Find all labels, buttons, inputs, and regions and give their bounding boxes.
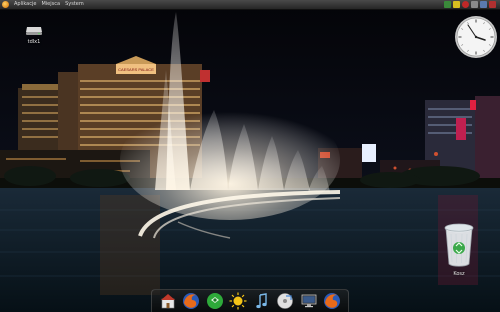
dock-disk-utility[interactable] [276,292,294,310]
volume-icon[interactable] [471,1,478,8]
caesars-sign: CAESARS PALACE [118,67,154,72]
menu-applications[interactable]: Aplikacje [14,0,36,9]
desktop-wallpaper: CAESARS PALACE [0,0,500,312]
disk-utility-icon [277,293,294,309]
menu-system[interactable]: System [65,0,84,9]
menu-places[interactable]: Miejsca [41,0,60,9]
dock [151,289,349,312]
dock-home-folder[interactable] [159,292,177,310]
dock-chat[interactable] [206,292,224,310]
dock-monitor[interactable] [300,292,318,310]
distro-logo-icon[interactable] [2,1,9,8]
analog-clock-widget[interactable] [454,15,498,59]
desktop-icon-trash[interactable]: Kosz [441,222,477,277]
firefox-icon [183,293,200,309]
desktop-icon-trash-label: Kosz [453,271,465,277]
dock-firefox-2[interactable] [323,292,341,310]
alert-icon[interactable] [462,1,469,8]
top-panel: Aplikacje Miejsca System [0,0,500,10]
music-icon [256,293,267,309]
monitor-icon [301,294,317,308]
firefox-icon [324,293,341,309]
network-icon[interactable] [444,1,451,8]
mail-icon[interactable] [480,1,487,8]
trash-icon [444,223,474,267]
drive-icon [26,27,42,35]
update-icon[interactable] [453,1,460,8]
system-tray [444,1,496,8]
desktop-icon-drive-label: tdlx1 [27,39,41,45]
chat-icon [206,293,223,309]
desktop-icon-drive[interactable]: tdlx1 [22,24,46,45]
dock-weather[interactable] [229,292,247,310]
home-folder-icon [160,294,175,309]
power-icon[interactable] [489,1,496,8]
dock-music[interactable] [253,292,271,310]
weather-icon [229,292,247,310]
dock-firefox-1[interactable] [182,292,200,310]
